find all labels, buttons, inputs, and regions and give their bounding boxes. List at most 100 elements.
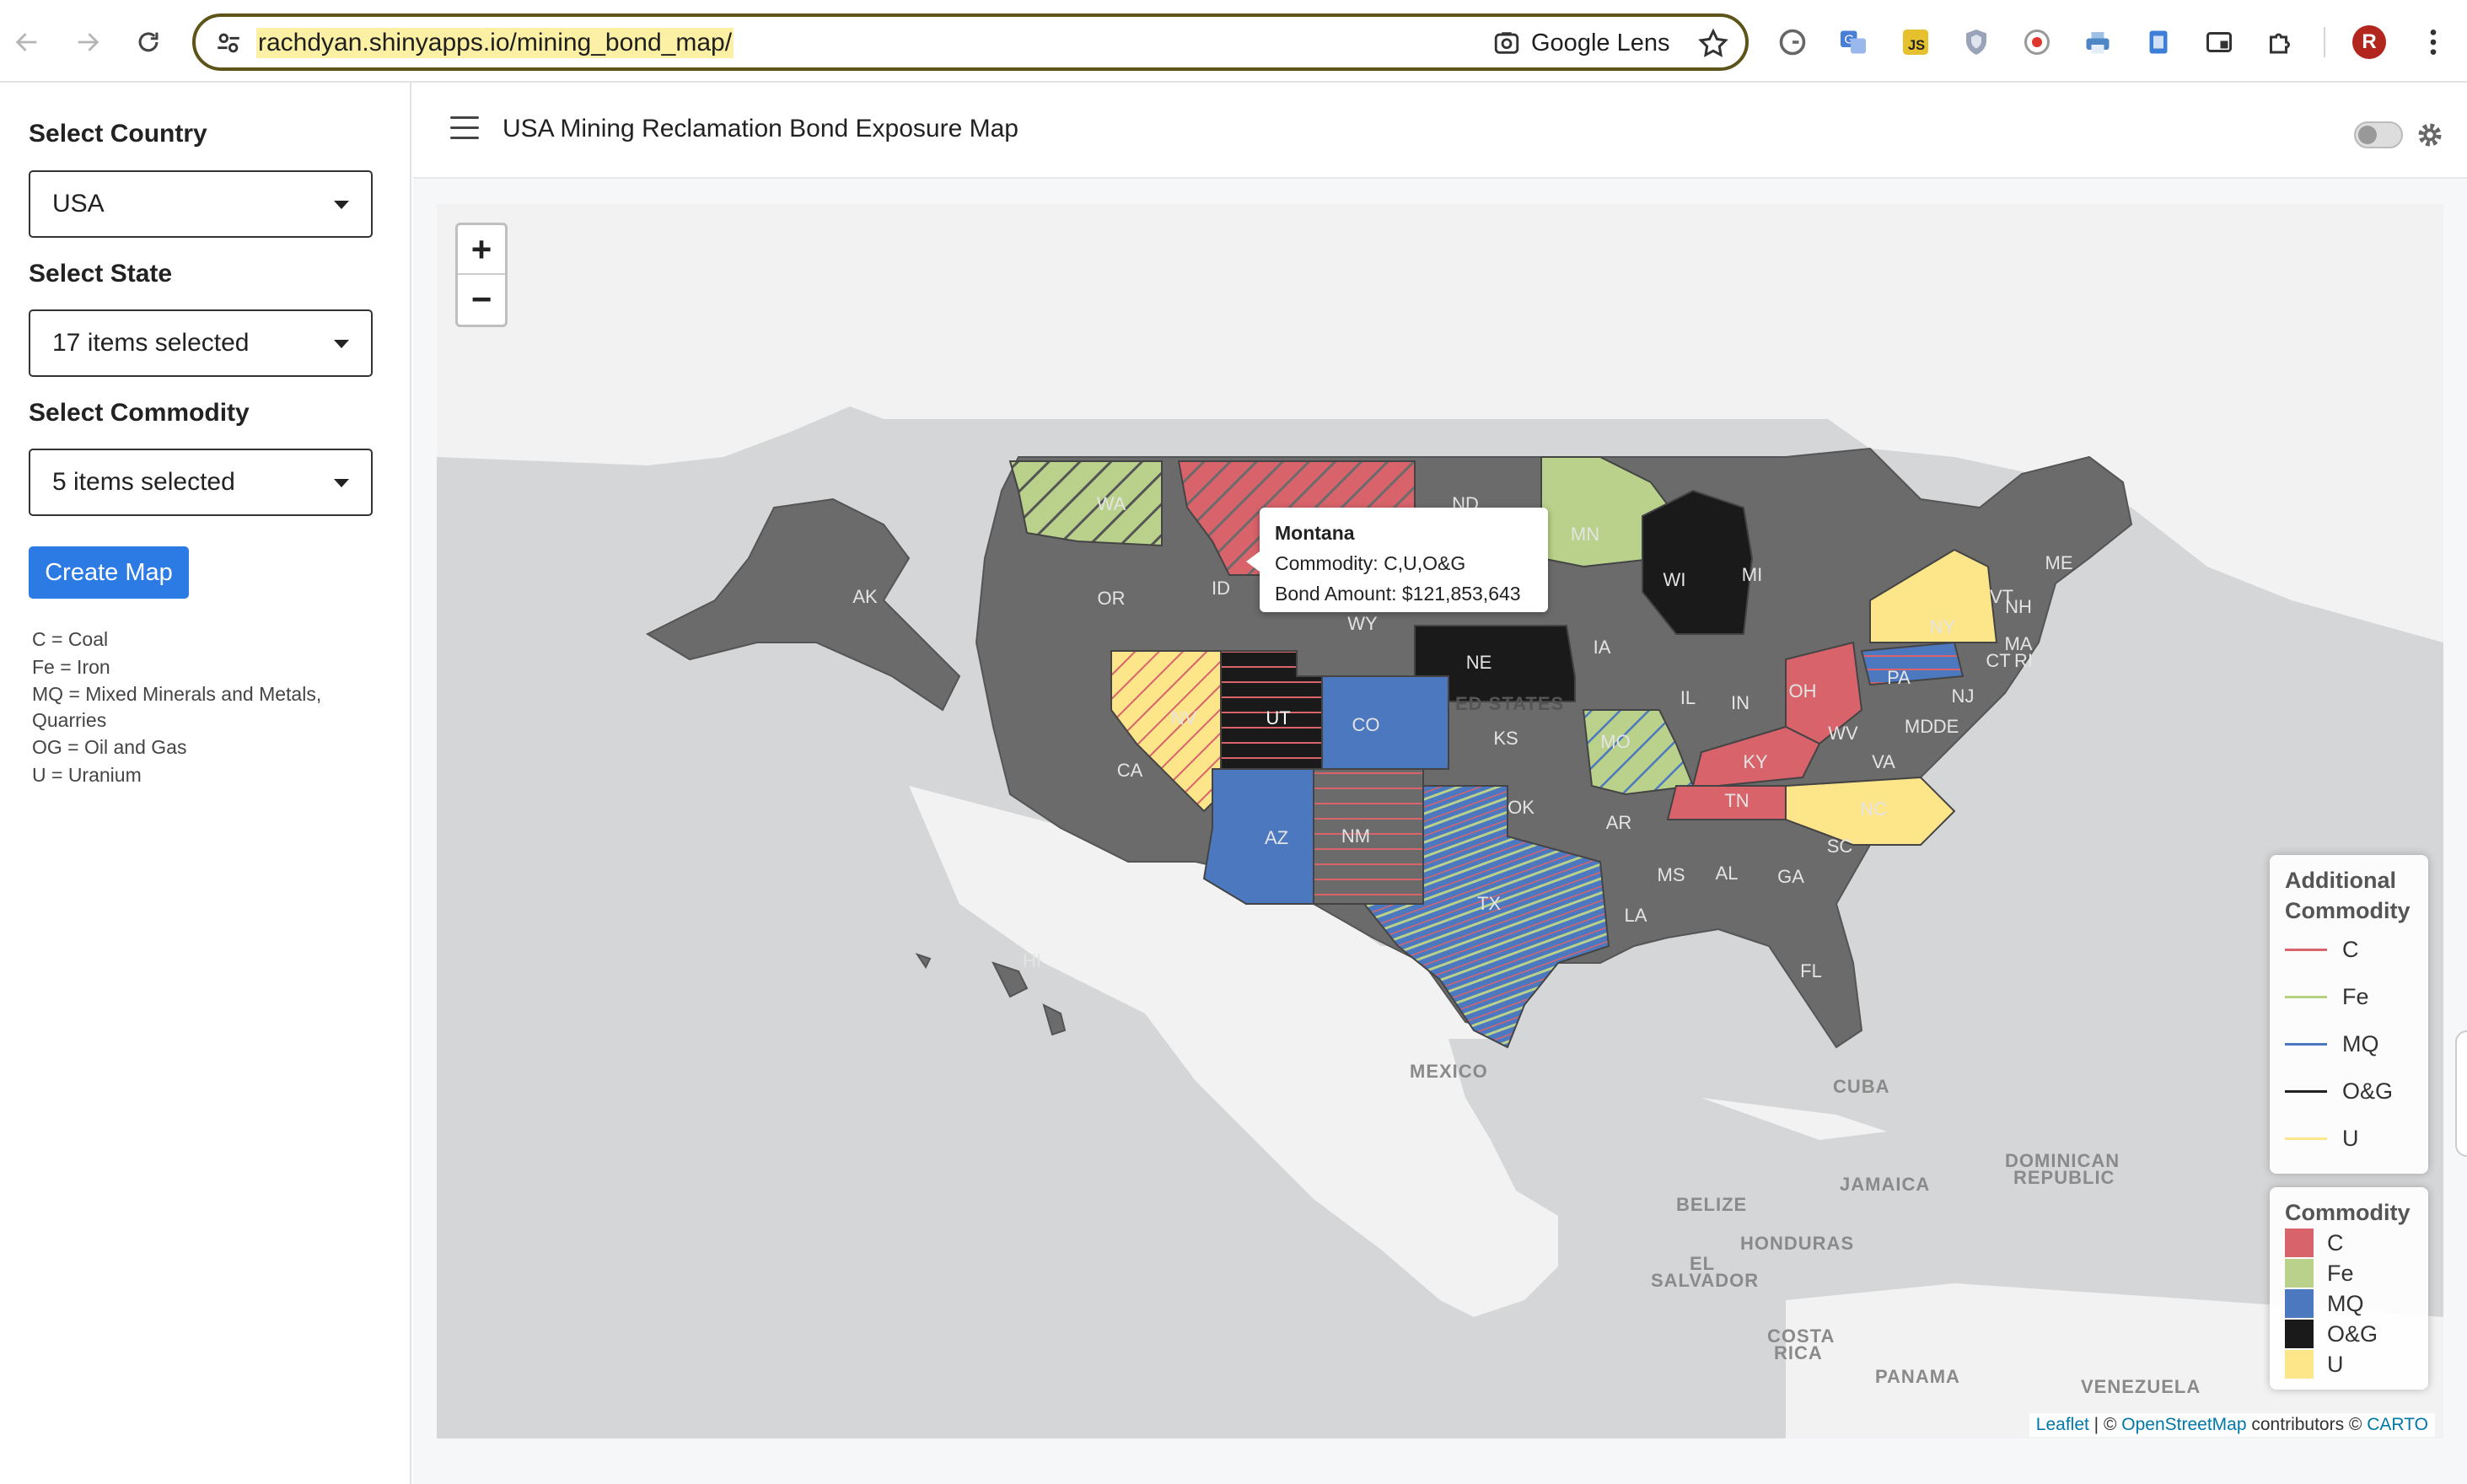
legend-title: Commodity	[2285, 1200, 2411, 1225]
url-text[interactable]: rachdyan.shinyapps.io/mining_bond_map/	[256, 28, 734, 58]
state-label-de: DE	[1932, 716, 1959, 737]
state-label-mn: MN	[1570, 524, 1600, 545]
legend-label: U	[2342, 1125, 2359, 1151]
state-label-va: VA	[1872, 751, 1895, 772]
forward-icon[interactable]	[67, 22, 108, 62]
openstreetmap-link[interactable]: OpenStreetMap	[2121, 1415, 2246, 1434]
page-title: USA Mining Reclamation Bond Exposure Map	[503, 115, 1019, 142]
commodity-label: Select Commodity	[29, 399, 250, 427]
legend-item: O&G	[2285, 1067, 2413, 1115]
state-label-in: IN	[1731, 692, 1749, 713]
google-lens-button[interactable]: Google Lens	[1492, 26, 1669, 60]
state-label-al: AL	[1715, 863, 1739, 884]
key-item: MQ = Mixed Minerals and Metals, Quarries	[32, 683, 322, 731]
dark-mode-toggle[interactable]	[2354, 121, 2403, 148]
svg-text:JS: JS	[1908, 38, 1925, 53]
legend-label: Fe	[2327, 1260, 2354, 1286]
bookmark-star-icon[interactable]	[1696, 27, 1730, 61]
site-settings-icon[interactable]	[214, 29, 243, 57]
commodity-select-value: 5 items selected	[52, 468, 235, 496]
print-extension-icon[interactable]	[2081, 25, 2115, 59]
state-label-wy: WY	[1347, 613, 1378, 634]
shield-extension-icon[interactable]	[1959, 25, 1993, 59]
state-label-la: LA	[1624, 905, 1647, 926]
place-label: ED STATES	[1455, 693, 1565, 714]
carto-link[interactable]: CARTO	[2367, 1415, 2428, 1434]
state-label-wi: WI	[1663, 569, 1686, 590]
state-label-me: ME	[2045, 552, 2073, 573]
profile-avatar[interactable]: R	[2352, 25, 2386, 59]
attribution-separator: | ©	[2088, 1415, 2122, 1434]
zoom-out-button[interactable]: −	[458, 275, 505, 325]
legend-line-swatch	[2285, 1042, 2327, 1046]
toolbar-divider	[2324, 27, 2325, 57]
land-hawaii	[915, 953, 1067, 1036]
grammarly-extension-icon[interactable]	[1776, 25, 1809, 59]
place-label: MEXICO	[1410, 1061, 1488, 1082]
commodity-key: C = Coal Fe = Iron MQ = Mixed Minerals a…	[32, 626, 386, 789]
tooltip-bond-amount: Bond Amount: $121,853,643	[1275, 583, 1521, 605]
land-caribbean	[1701, 1098, 1887, 1140]
key-item: Fe = Iron	[32, 656, 110, 678]
back-icon[interactable]	[7, 22, 47, 62]
state-label-or: OR	[1097, 588, 1126, 609]
state-co	[1321, 675, 1449, 770]
place-label: SALVADOR	[1651, 1270, 1760, 1291]
legend-label: O&G	[2342, 1078, 2394, 1104]
gear-icon[interactable]	[2415, 120, 2445, 150]
chevron-down-icon	[334, 201, 349, 209]
hamburger-menu-icon[interactable]	[450, 116, 479, 142]
state-label: Select State	[29, 260, 173, 288]
extensions-puzzle-icon[interactable]	[2263, 25, 2297, 59]
clipboard-extension-icon[interactable]	[2142, 25, 2175, 59]
legend-label: U	[2327, 1351, 2344, 1377]
country-select[interactable]: USA	[29, 170, 373, 238]
place-label: JAMAICA	[1840, 1174, 1931, 1195]
translate-extension-icon[interactable]: G	[1836, 25, 1870, 59]
create-map-button[interactable]: Create Map	[29, 546, 189, 599]
legend-color-swatch	[2285, 1289, 2314, 1318]
commodity-select[interactable]: 5 items selected	[29, 449, 373, 516]
leaflet-link[interactable]: Leaflet	[2036, 1415, 2089, 1434]
state-label-nc: NC	[1860, 798, 1887, 820]
legend-item: U	[2285, 1349, 2413, 1379]
legend-label: MQ	[2342, 1030, 2379, 1057]
legend-item: Fe	[2285, 973, 2413, 1020]
window-icon[interactable]	[2202, 25, 2236, 59]
record-extension-icon[interactable]	[2020, 25, 2054, 59]
state-label-nh: NH	[2005, 596, 2032, 617]
reload-icon[interactable]	[128, 22, 169, 62]
state-label-ky: KY	[1743, 751, 1768, 772]
sidebar: Select Country USA Select State 17 items…	[0, 83, 411, 1484]
app-header: USA Mining Reclamation Bond Exposure Map	[413, 83, 2467, 179]
js-extension-icon[interactable]: JS	[1899, 25, 1932, 59]
legend-color-swatch	[2285, 1350, 2314, 1379]
legend-label: O&G	[2327, 1320, 2378, 1347]
state-az	[1202, 768, 1314, 905]
place-label: VENEZUELA	[2081, 1376, 2201, 1397]
zoom-control: + −	[455, 223, 508, 327]
state-label-mo: MO	[1600, 731, 1631, 752]
state-label-ny: NY	[1929, 616, 1956, 637]
state-label-mi: MI	[1741, 564, 1763, 585]
legend-label: Fe	[2342, 983, 2369, 1009]
key-item: U = Uranium	[32, 764, 142, 786]
browser-menu-icon[interactable]	[2416, 25, 2450, 59]
legend-line-swatch	[2285, 1137, 2327, 1140]
legend-line-swatch	[2285, 995, 2327, 998]
state-label-ct: CT	[1986, 650, 2011, 671]
state-select[interactable]: 17 items selected	[29, 309, 373, 377]
legend-item: MQ	[2285, 1020, 2413, 1067]
state-label-ms: MS	[1657, 864, 1685, 885]
state-label-ut: UT	[1266, 707, 1291, 729]
lens-label: Google Lens	[1531, 29, 1670, 56]
legend-color-swatch	[2285, 1320, 2314, 1348]
state-label-tx: TX	[1476, 893, 1502, 914]
state-label-ia: IA	[1593, 637, 1611, 658]
address-bar[interactable]: rachdyan.shinyapps.io/mining_bond_map/ G…	[192, 13, 1749, 71]
state-label-ne: NE	[1465, 652, 1492, 673]
place-label: REPUBLIC	[2013, 1167, 2115, 1188]
side-panel-handle[interactable]	[2455, 1030, 2467, 1157]
leaflet-map[interactable]: MEXICO CUBA JAMAICA DOMINICAN REPUBLIC B…	[437, 204, 2443, 1438]
zoom-in-button[interactable]: +	[458, 225, 505, 275]
